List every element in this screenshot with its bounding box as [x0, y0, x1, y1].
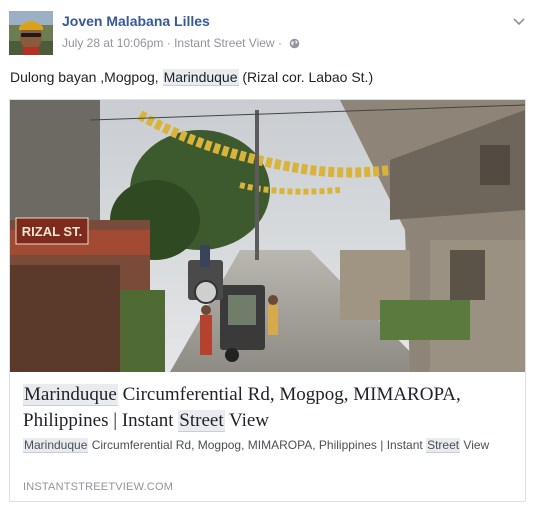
- privacy-selector[interactable]: [289, 38, 300, 52]
- meta-separator: ·: [166, 36, 171, 50]
- street-sign-text: RIZAL ST.: [22, 224, 82, 239]
- link-title-end: View: [224, 410, 270, 431]
- meta-separator-2: ·: [277, 36, 282, 50]
- post-text-start: Dulong bayan ,Mogpog,: [10, 69, 163, 85]
- app-attribution-link[interactable]: Instant Street View: [174, 36, 275, 50]
- link-preview-image[interactable]: RIZAL ST.: [10, 100, 525, 372]
- post-options-menu[interactable]: [513, 13, 525, 31]
- post-text-end: (Rizal cor. Labao St.): [238, 69, 374, 85]
- post-text-highlight: Marinduque: [162, 69, 239, 86]
- link-title-highlight-2: Street: [178, 410, 225, 432]
- link-desc-text: Circumferential Rd, Mogpog, MIMAROPA, Ph…: [88, 438, 427, 452]
- avatar-photo: [9, 11, 53, 55]
- post-timestamp[interactable]: July 28 at 10:06pm: [62, 36, 163, 50]
- chevron-down-icon: [513, 18, 525, 26]
- link-description: Marinduque Circumferential Rd, Mogpog, M…: [23, 437, 513, 453]
- globe-icon: [290, 38, 300, 49]
- street-view-photo: RIZAL ST.: [10, 100, 525, 372]
- link-desc-end: View: [460, 438, 490, 452]
- author-avatar[interactable]: [9, 11, 53, 55]
- link-domain: INSTANTSTREETVIEW.COM: [23, 481, 174, 493]
- author-name-link[interactable]: Joven Malabana Lilles: [62, 13, 210, 29]
- link-title-highlight: Marinduque: [23, 384, 118, 406]
- post-meta: July 28 at 10:06pm · Instant Street View…: [62, 36, 300, 52]
- post-message: Dulong bayan ,Mogpog, Marinduque (Rizal …: [10, 69, 374, 86]
- link-desc-highlight: Marinduque: [23, 438, 89, 453]
- link-desc-highlight-2: Street: [426, 438, 461, 453]
- link-title[interactable]: Marinduque Circumferential Rd, Mogpog, M…: [23, 382, 518, 434]
- link-preview-card[interactable]: RIZAL ST. Marinduque Circumferential Rd,…: [9, 99, 526, 502]
